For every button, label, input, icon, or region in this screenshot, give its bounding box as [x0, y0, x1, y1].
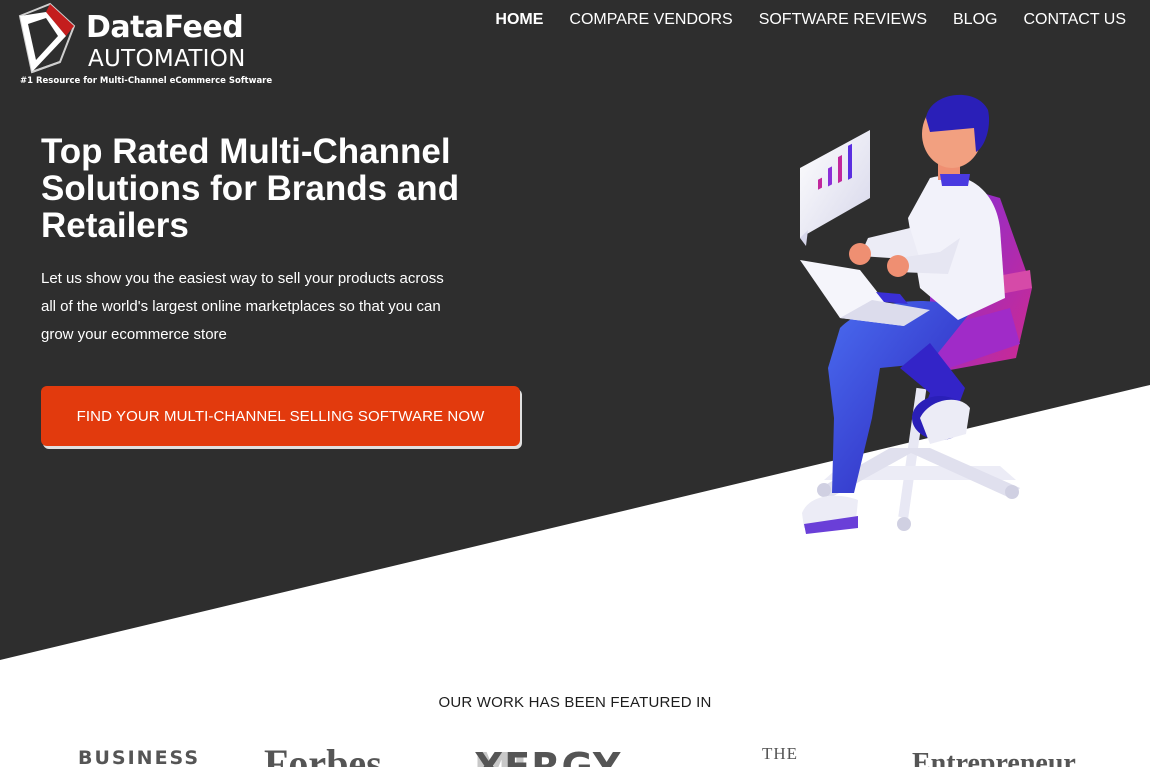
nav-home[interactable]: HOME: [495, 11, 543, 29]
featured-heading: OUR WORK HAS BEEN FEATURED IN: [438, 694, 712, 711]
logo-tagline: #1 Resource for Multi-Channel eCommerce …: [20, 76, 273, 86]
entrepreneur-logo: Entrepreneur: [912, 748, 1076, 767]
main-nav: HOME COMPARE VENDORS SOFTWARE REVIEWS BL…: [495, 11, 1126, 29]
business-insider-logo: BUSINESS: [78, 747, 201, 767]
hero-title-line: Retailers: [41, 206, 189, 245]
hero-title: Top Rated Multi-Channel Solutions for Br…: [41, 133, 501, 244]
nav-compare-vendors[interactable]: COMPARE VENDORS: [569, 11, 732, 29]
hero-title-line: Top Rated Multi-Channel: [41, 132, 451, 171]
nav-software-reviews[interactable]: SOFTWARE REVIEWS: [759, 11, 927, 29]
logo-title: DataFeed: [86, 10, 244, 45]
site-logo[interactable]: DataFeed AUTOMATION #1 Resource for Mult…: [16, 2, 272, 88]
chart-card-icon: [800, 130, 870, 246]
forbes-logo: Forbes: [264, 741, 382, 767]
hero-description: Let us show you the easiest way to sell …: [41, 265, 471, 349]
find-software-button[interactable]: FIND YOUR MULTI-CHANNEL SELLING SOFTWARE…: [41, 386, 520, 446]
datafeed-logo-icon: [18, 2, 76, 74]
hero-text-line: Let us show you the easiest way to sell …: [41, 270, 444, 287]
person-at-laptop-illustration: [800, 94, 1032, 534]
nav-blog[interactable]: BLOG: [953, 11, 997, 29]
hero-text-line: all of the world's largest online market…: [41, 298, 441, 315]
the-publication-logo: THE: [762, 744, 799, 763]
nav-contact-us[interactable]: CONTACT US: [1023, 11, 1126, 29]
hero-title-line: Solutions for Brands and: [41, 169, 460, 208]
mixergy-logo-dark: XERGY: [474, 745, 622, 767]
logo-subtitle: AUTOMATION: [88, 46, 246, 72]
hero-text-line: grow your ecommerce store: [41, 326, 227, 343]
